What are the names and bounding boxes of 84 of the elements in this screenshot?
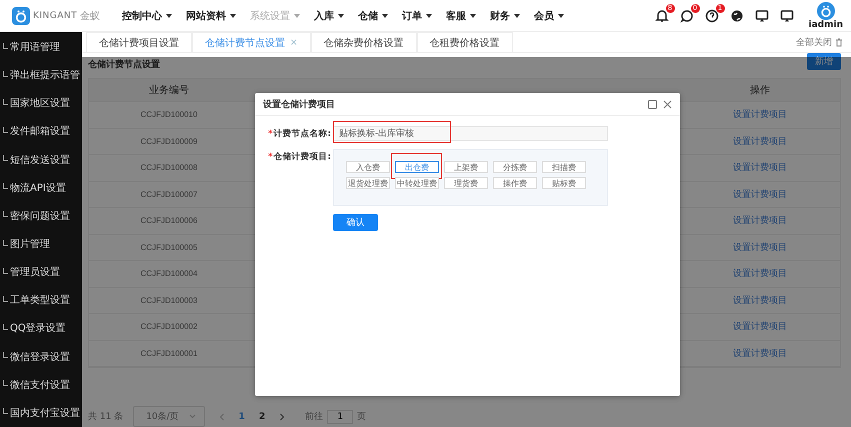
sidebar-item[interactable]: 国内支付宝设置	[0, 398, 82, 427]
sidebar-item[interactable]: 发件邮箱设置	[0, 117, 82, 146]
table-cell: CCJFJD100008	[140, 163, 198, 172]
fee-option[interactable]: 贴标费	[542, 177, 586, 189]
chat-icon[interactable]	[680, 8, 694, 22]
nav-menu[interactable]: 会员	[534, 8, 564, 22]
sidebar-item[interactable]: 短信发送设置	[0, 146, 82, 174]
sidebar-item[interactable]: 国家地区设置	[0, 89, 82, 118]
fee-option[interactable]: 退货处理费	[346, 177, 390, 189]
fee-option[interactable]: 入仓费	[346, 161, 390, 173]
fee-option[interactable]: 理货费	[444, 177, 488, 189]
fee-option[interactable]: 上架费	[444, 161, 488, 173]
caret-icon	[338, 14, 344, 18]
fee-option[interactable]: 分拣费	[493, 161, 537, 173]
sidebar-item[interactable]: 物流API设置	[0, 174, 82, 202]
nav-menu[interactable]: 网站资料	[186, 8, 236, 22]
confirm-button[interactable]: 确认	[333, 214, 378, 231]
page-suffix: 页	[357, 411, 366, 423]
panel-title: 仓储计费节点设置	[88, 58, 160, 70]
sidebar-item[interactable]: 管理员设置	[0, 258, 82, 286]
page-number[interactable]: 2	[258, 412, 266, 422]
close-icon[interactable]	[663, 100, 672, 108]
logo-icon	[12, 6, 30, 24]
table-cell: CCJFJD100006	[140, 216, 198, 226]
help-icon[interactable]	[704, 8, 719, 22]
table-cell: CCJFJD100009	[140, 136, 198, 146]
sidebar-item[interactable]: 密保问题设置	[0, 202, 82, 230]
page-tab[interactable]: 仓储杂费价格设置	[310, 32, 417, 52]
table-cell: CCJFJD100003	[140, 296, 198, 305]
nav-menu[interactable]: 仓储	[358, 8, 388, 22]
dialog-title: 设置仓储计费项目	[263, 98, 335, 110]
column-header: 操作	[750, 84, 770, 97]
nav-menu[interactable]: 订单	[402, 8, 432, 22]
close-all-link[interactable]: 全部关闭	[796, 36, 832, 48]
nav-menu[interactable]: 入库	[314, 8, 344, 22]
user-name[interactable]: iadmin	[808, 20, 843, 30]
caret-icon	[382, 14, 388, 18]
sidebar-item[interactable]: 弹出框提示语管	[0, 61, 82, 90]
sidebar-item[interactable]: QQ登录设置	[0, 314, 82, 343]
fee-option[interactable]: 出仓费	[395, 161, 439, 173]
field-label: *仓储计费项目:	[267, 151, 332, 163]
name-input[interactable]: 贴标换标-出库审核	[333, 126, 608, 141]
fee-option[interactable]: 操作费	[493, 177, 537, 189]
caret-icon	[294, 14, 300, 18]
caret-icon	[426, 14, 432, 18]
table-cell: CCJFJD100004	[140, 269, 198, 278]
globe-icon[interactable]	[730, 8, 744, 22]
sidebar-item[interactable]: 微信登录设置	[0, 342, 82, 371]
goto-label: 前往	[305, 410, 324, 423]
trash-icon[interactable]	[835, 38, 843, 46]
caret-icon	[166, 14, 172, 18]
column-header: 业务编号	[149, 84, 189, 97]
page-tab[interactable]: 仓租费价格设置	[416, 32, 513, 52]
logo-text: KINGANT	[33, 10, 78, 20]
sidebar-item[interactable]: 图片管理	[0, 230, 82, 258]
table-cell: CCJFJD100010	[140, 110, 198, 120]
field-label: *计费节点名称:	[267, 128, 332, 140]
chevron-down-icon	[188, 414, 196, 419]
table-cell: CCJFJD100001	[140, 348, 198, 358]
table-cell: CCJFJD100007	[140, 190, 198, 199]
page-input[interactable]: 1	[327, 410, 354, 424]
nav-menu[interactable]: 控制中心	[122, 8, 172, 22]
maximize-icon[interactable]	[648, 100, 657, 108]
chevron-right-icon[interactable]	[279, 412, 286, 420]
nav-menu[interactable]: 客服	[446, 8, 476, 22]
table-cell: CCJFJD100005	[140, 242, 198, 252]
page-tab[interactable]: 仓储计费节点设置 ×	[192, 32, 311, 52]
caret-icon	[230, 14, 236, 18]
sidebar-item[interactable]: 常用语管理	[0, 33, 82, 62]
monitor-icon[interactable]	[780, 8, 794, 22]
table-cell: CCJFJD100002	[140, 322, 198, 332]
nav-menu[interactable]: 财务	[490, 8, 520, 22]
caret-icon	[558, 14, 564, 18]
caret-icon	[470, 14, 476, 18]
avatar-icon[interactable]	[816, 2, 835, 20]
monitor-icon[interactable]	[754, 8, 769, 22]
fee-option[interactable]: 扫描费	[542, 161, 586, 173]
fee-option[interactable]: 中转处理费	[395, 177, 439, 189]
caret-icon	[514, 14, 520, 18]
total-count: 共 11 条	[88, 410, 124, 423]
sidebar-item[interactable]: 工单类型设置	[0, 286, 82, 314]
logo-subtitle: 金蚁	[80, 10, 100, 22]
sidebar-item[interactable]: 微信支付设置	[0, 370, 82, 399]
bell-icon[interactable]	[654, 8, 669, 22]
